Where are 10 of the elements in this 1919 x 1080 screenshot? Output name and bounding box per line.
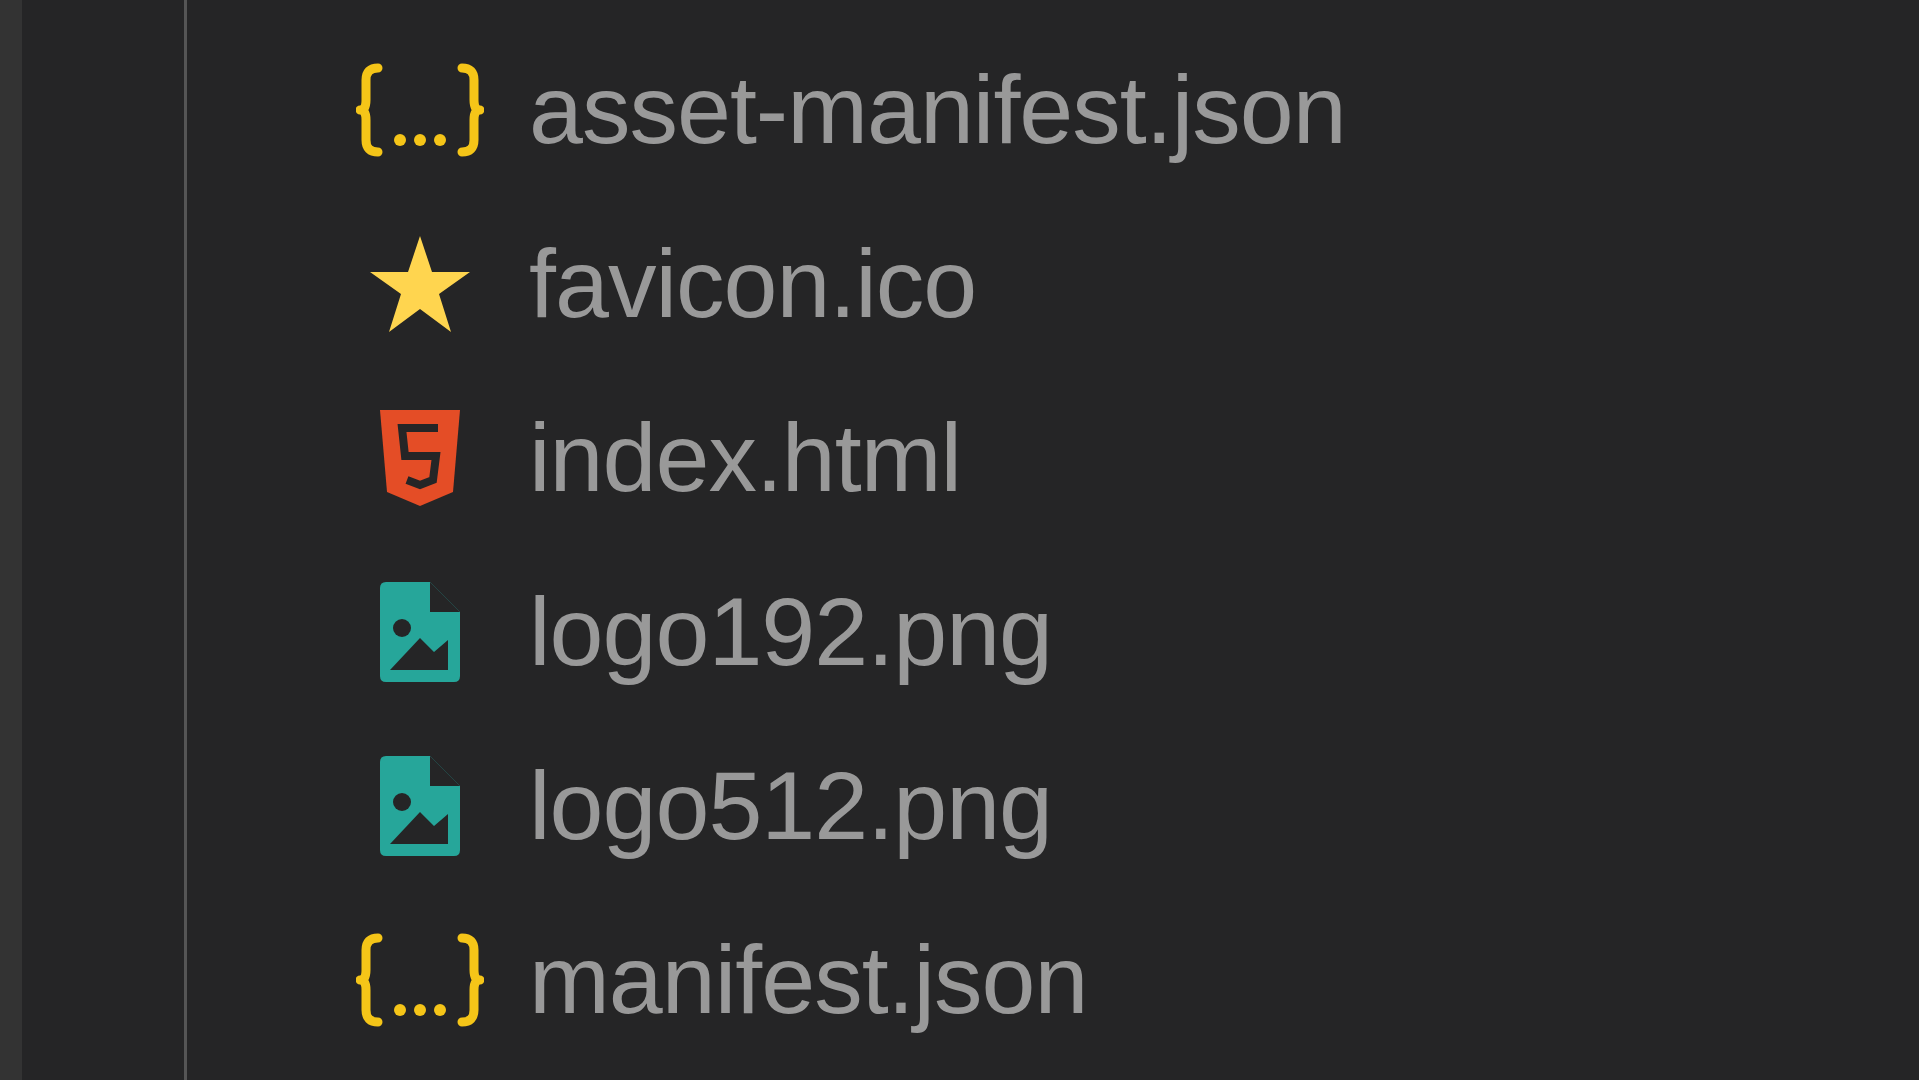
- image-file-icon: [378, 754, 462, 858]
- file-name[interactable]: favicon.ico: [529, 228, 977, 340]
- file-name[interactable]: manifest.json: [529, 924, 1088, 1036]
- file-name[interactable]: logo192.png: [529, 576, 1053, 688]
- file-name[interactable]: asset-manifest.json: [529, 54, 1346, 166]
- file-name[interactable]: logo512.png: [529, 750, 1053, 862]
- html5-icon: [378, 408, 462, 508]
- image-file-icon: [378, 580, 462, 684]
- file-name[interactable]: index.html: [529, 402, 962, 514]
- star-icon: [368, 234, 472, 334]
